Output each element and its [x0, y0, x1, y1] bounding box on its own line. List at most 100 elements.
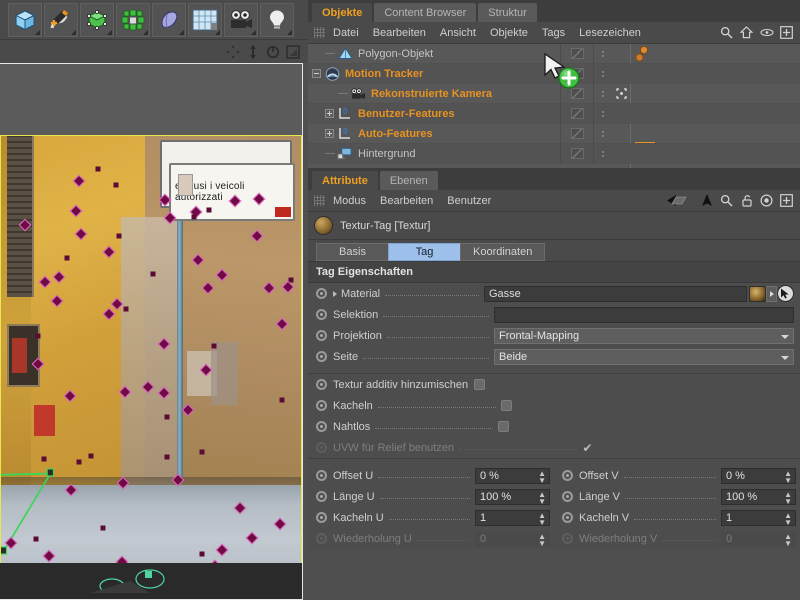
- menu-lesezeichen[interactable]: Lesezeichen: [579, 27, 641, 39]
- scale-icon[interactable]: [244, 43, 262, 61]
- tracker-marker[interactable]: [123, 306, 129, 312]
- animate-dot[interactable]: [316, 512, 327, 523]
- environment-icon[interactable]: [188, 2, 222, 37]
- tracker-marker[interactable]: [76, 459, 82, 465]
- spinner-icon[interactable]: ▲ ▼: [784, 532, 792, 547]
- visibility-toggle[interactable]: [560, 144, 594, 163]
- up-arrow-icon[interactable]: [699, 193, 714, 208]
- array-icon[interactable]: [116, 2, 150, 37]
- tracker-marker[interactable]: [199, 449, 205, 455]
- enable-dots[interactable]: [594, 90, 612, 97]
- enable-dots[interactable]: [594, 110, 612, 117]
- tracker-marker[interactable]: [64, 255, 70, 261]
- input-offset-v[interactable]: 0 % ▲ ▼: [721, 467, 796, 484]
- tracker-marker[interactable]: [191, 214, 197, 220]
- menu-bearbeiten[interactable]: Bearbeiten: [373, 27, 426, 39]
- plus-box-icon[interactable]: [779, 25, 794, 40]
- menu-bearbeiten[interactable]: Bearbeiten: [380, 195, 433, 207]
- input-kacheln-u[interactable]: 1 ▲ ▼: [475, 509, 550, 526]
- light-icon[interactable]: [260, 2, 294, 37]
- render-view-icon[interactable]: [284, 43, 302, 61]
- material-preview-icon[interactable]: [749, 285, 766, 302]
- target-icon[interactable]: [759, 193, 774, 208]
- spinner-icon[interactable]: ▲ ▼: [784, 511, 792, 526]
- animate-dot-material[interactable]: [316, 288, 327, 299]
- tab-content-browser[interactable]: Content Browser: [374, 3, 477, 22]
- nurbs-icon[interactable]: [80, 2, 114, 37]
- tracker-marker[interactable]: [41, 456, 47, 462]
- tracker-marker[interactable]: [33, 536, 39, 542]
- object-row-rekonstruierte-kamera[interactable]: — Rekonstruierte Kamera: [308, 84, 800, 104]
- object-row-motion-tracker[interactable]: Motion Tracker: [308, 64, 800, 84]
- tracker-marker[interactable]: [35, 333, 41, 339]
- checkbox[interactable]: [498, 421, 510, 432]
- object-row-hintergrund[interactable]: — Hintergrund: [308, 144, 800, 164]
- chevron-right-icon[interactable]: [333, 290, 337, 297]
- enable-dots[interactable]: [594, 130, 612, 137]
- animate-dot[interactable]: [316, 379, 327, 390]
- tracker-marker[interactable]: [199, 551, 205, 557]
- spinner-icon[interactable]: ▲ ▼: [538, 490, 546, 505]
- lock-icon[interactable]: [739, 193, 754, 208]
- enable-dots[interactable]: [594, 150, 612, 157]
- eye-icon[interactable]: [759, 25, 774, 40]
- animate-dot[interactable]: [316, 470, 327, 481]
- input-offset-u[interactable]: 0 % ▲ ▼: [475, 467, 550, 484]
- object-row-polygon-objekt[interactable]: — Polygon-Objekt: [308, 44, 800, 64]
- deformer-icon[interactable]: [152, 2, 186, 37]
- tracker-marker[interactable]: [279, 397, 285, 403]
- visibility-toggle[interactable]: [560, 44, 594, 63]
- subtab-tag[interactable]: Tag: [388, 242, 460, 261]
- cube-tool-icon[interactable]: [8, 2, 42, 37]
- rotate-icon[interactable]: [264, 43, 282, 61]
- animate-dot-projektion[interactable]: [316, 330, 327, 341]
- animate-dot-selektion[interactable]: [316, 309, 327, 320]
- animate-dot-seite[interactable]: [316, 351, 327, 362]
- animate-dot[interactable]: [316, 421, 327, 432]
- tree-expander-minus[interactable]: [312, 69, 321, 78]
- visibility-toggle[interactable]: [560, 84, 594, 103]
- subtab-koordinaten[interactable]: Koordinaten: [460, 242, 546, 261]
- menu-datei[interactable]: Datei: [333, 27, 359, 39]
- tracker-marker[interactable]: [164, 454, 170, 460]
- spline-pen-icon[interactable]: [44, 2, 78, 37]
- plus-box-icon[interactable]: [779, 193, 794, 208]
- enable-dots[interactable]: [594, 50, 612, 57]
- menu-modus[interactable]: Modus: [333, 195, 366, 207]
- panel-grip-icon[interactable]: [314, 27, 325, 38]
- tracker-marker[interactable]: [88, 453, 94, 459]
- input-l-nge-v[interactable]: 100 % ▲ ▼: [721, 488, 796, 505]
- search-icon[interactable]: [719, 193, 734, 208]
- input-l-nge-u[interactable]: 100 % ▲ ▼: [475, 488, 550, 505]
- input-kacheln-v[interactable]: 1 ▲ ▼: [721, 509, 796, 526]
- spinner-icon[interactable]: ▲ ▼: [538, 469, 546, 484]
- tab-struktur[interactable]: Struktur: [478, 3, 537, 22]
- animate-dot[interactable]: [316, 491, 327, 502]
- tracker-marker[interactable]: [116, 233, 122, 239]
- visibility-toggle[interactable]: [560, 124, 594, 143]
- camera-icon[interactable]: [224, 2, 258, 37]
- menu-benutzer[interactable]: Benutzer: [447, 195, 491, 207]
- panel-grip-icon[interactable]: [314, 195, 325, 206]
- target-icon[interactable]: [612, 88, 630, 99]
- move-icon[interactable]: [224, 43, 242, 61]
- enable-dots[interactable]: [594, 70, 612, 77]
- tab-objekte[interactable]: Objekte: [312, 3, 373, 22]
- spinner-icon[interactable]: ▲ ▼: [538, 511, 546, 526]
- tracker-marker[interactable]: [164, 414, 170, 420]
- back-arrow-icon[interactable]: [666, 193, 694, 208]
- tracker-marker[interactable]: [206, 207, 212, 212]
- pick-cursor-icon[interactable]: [777, 285, 794, 302]
- menu-objekte[interactable]: Objekte: [490, 27, 528, 39]
- home-icon[interactable]: [739, 25, 754, 40]
- visibility-toggle[interactable]: [560, 64, 594, 83]
- perspective-viewport[interactable]: esclusi i veicoli autorizzati: [0, 63, 303, 600]
- chevron-right-icon[interactable]: [766, 285, 777, 302]
- tracker-marker[interactable]: [113, 182, 119, 188]
- checkbox[interactable]: [500, 400, 512, 411]
- projektion-dropdown[interactable]: Frontal-Mapping: [494, 327, 794, 344]
- tracker-marker[interactable]: [95, 166, 101, 172]
- animate-dot[interactable]: [562, 470, 573, 481]
- visibility-toggle[interactable]: [560, 104, 594, 123]
- spinner-icon[interactable]: ▲ ▼: [538, 532, 546, 547]
